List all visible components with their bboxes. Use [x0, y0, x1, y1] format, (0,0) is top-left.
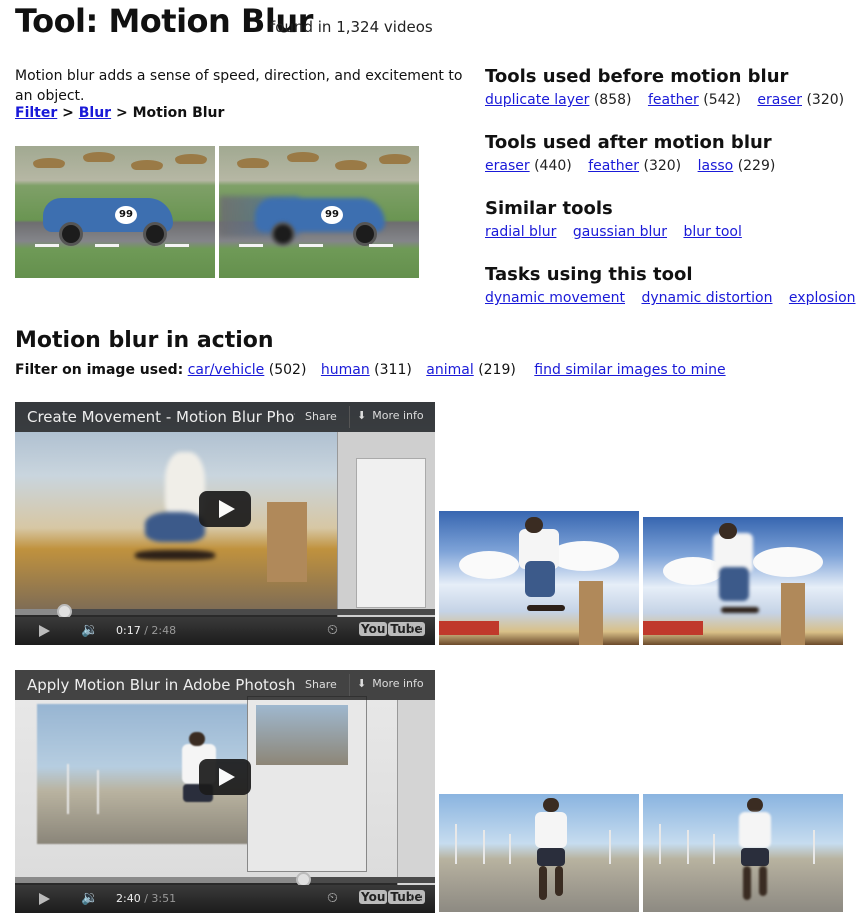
task-link[interactable]: dynamic distortion	[641, 290, 772, 306]
chevron-down-icon: ⬇	[357, 677, 367, 690]
usage-count: (440)	[534, 158, 572, 174]
tool-link[interactable]: lasso	[698, 158, 734, 174]
fullscreen-icon[interactable]: ⛶	[411, 623, 421, 639]
play-button[interactable]	[199, 491, 251, 527]
car-number: 99	[321, 206, 343, 224]
current-time: 2:40	[116, 892, 141, 905]
photoshop-panel	[337, 432, 435, 622]
volume-icon[interactable]: 🔉	[81, 622, 98, 638]
tools-before-heading: Tools used before motion blur	[485, 66, 789, 87]
volume-icon[interactable]: 🔉	[81, 890, 98, 906]
playback-time: 0:17 / 2:48	[116, 624, 176, 637]
chevron-down-icon: ⬇	[357, 409, 367, 422]
similar-tool-link[interactable]: blur tool	[683, 224, 741, 240]
player-controls: 🔉 0:17 / 2:48 ⏲ You Tube ⛶	[15, 617, 435, 645]
duration: / 2:48	[144, 624, 177, 637]
in-action-heading: Motion blur in action	[15, 328, 274, 353]
after-still-image	[643, 794, 843, 912]
video-title[interactable]: Create Movement - Motion Blur Photo	[27, 408, 295, 426]
current-time: 0:17	[116, 624, 141, 637]
before-still-image	[439, 794, 639, 912]
find-similar-link[interactable]: find similar images to mine	[534, 362, 725, 378]
breadcrumb: Filter > Blur > Motion Blur	[15, 105, 224, 121]
progress-fill	[15, 877, 305, 883]
playback-time: 2:40 / 3:51	[116, 892, 176, 905]
filter-count: (311)	[374, 362, 412, 378]
tool-link[interactable]: duplicate layer	[485, 92, 589, 108]
photoshop-panel	[397, 700, 435, 890]
usage-count: (229)	[737, 158, 776, 174]
filter-count: (219)	[478, 362, 516, 378]
video-player[interactable]: Apply Motion Blur in Adobe Photoshop Sha…	[15, 670, 435, 913]
breadcrumb-separator: >	[62, 105, 74, 121]
after-still-image	[643, 517, 843, 645]
usage-count: (858)	[593, 92, 632, 108]
tasks-list: dynamic movement dynamic distortion expl…	[485, 290, 866, 306]
tasks-heading: Tasks using this tool	[485, 264, 693, 285]
similar-tool-link[interactable]: gaussian blur	[573, 224, 667, 240]
filter-link-car[interactable]: car/vehicle	[188, 362, 265, 378]
video-title-bar: Apply Motion Blur in Adobe Photoshop Sha…	[15, 670, 435, 700]
filter-link-animal[interactable]: animal	[426, 362, 473, 378]
fullscreen-icon[interactable]: ⛶	[411, 891, 421, 907]
similar-tools-list: radial blur gaussian blur blur tool	[485, 224, 754, 240]
more-info-button[interactable]: ⬇ More info	[357, 677, 424, 690]
motion-blur-dialog	[247, 696, 367, 872]
video-count: found in 1,324 videos	[270, 18, 433, 36]
video-title[interactable]: Apply Motion Blur in Adobe Photoshop	[27, 676, 295, 694]
share-button[interactable]: Share	[305, 410, 337, 423]
task-link[interactable]: explosion	[789, 290, 856, 306]
filter-count: (502)	[268, 362, 307, 378]
tools-before-list: duplicate layer (858) feather (542) eras…	[485, 92, 856, 108]
similar-tool-link[interactable]: radial blur	[485, 224, 556, 240]
breadcrumb-blur-link[interactable]: Blur	[79, 105, 111, 121]
before-still-image	[439, 511, 639, 645]
filter-link-human[interactable]: human	[321, 362, 370, 378]
video-player[interactable]: Create Movement - Motion Blur Photo Shar…	[15, 402, 435, 645]
usage-count: (542)	[703, 92, 741, 108]
play-icon[interactable]	[39, 625, 50, 637]
tool-link[interactable]: feather	[588, 158, 639, 174]
play-button[interactable]	[199, 759, 251, 795]
watch-later-icon[interactable]: ⏲	[327, 890, 338, 906]
video-title-bar: Create Movement - Motion Blur Photo Shar…	[15, 402, 435, 432]
task-link[interactable]: dynamic movement	[485, 290, 625, 306]
watch-later-icon[interactable]: ⏲	[327, 622, 338, 638]
more-info-button[interactable]: ⬇ More info	[357, 409, 424, 422]
tools-after-heading: Tools used after motion blur	[485, 132, 772, 153]
tool-description: Motion blur adds a sense of speed, direc…	[15, 68, 463, 104]
breadcrumb-separator: >	[115, 105, 128, 121]
tool-link[interactable]: eraser	[757, 92, 802, 108]
breadcrumb-current: Motion Blur	[132, 105, 225, 121]
share-button[interactable]: Share	[305, 678, 337, 691]
page-title: Tool: Motion Blur	[15, 2, 313, 40]
example-before-image: 99	[15, 146, 215, 278]
tools-after-list: eraser (440) feather (320) lasso (229)	[485, 158, 787, 174]
usage-count: (320)	[643, 158, 682, 174]
example-after-image: 99	[219, 146, 419, 278]
duration: / 3:51	[144, 892, 177, 905]
image-filter-bar: Filter on image used: car/vehicle (502) …	[15, 362, 726, 378]
player-controls: 🔉 2:40 / 3:51 ⏲ You Tube ⛶	[15, 885, 435, 913]
similar-tools-heading: Similar tools	[485, 198, 613, 219]
progress-bar[interactable]	[15, 604, 435, 619]
filter-label: Filter on image used:	[15, 362, 184, 378]
tool-link[interactable]: feather	[648, 92, 699, 108]
play-icon[interactable]	[39, 893, 50, 905]
usage-count: (320)	[806, 92, 845, 108]
breadcrumb-filter-link[interactable]: Filter	[15, 105, 57, 121]
tool-link[interactable]: eraser	[485, 158, 530, 174]
progress-bar[interactable]	[15, 872, 435, 887]
car-number: 99	[115, 206, 137, 224]
